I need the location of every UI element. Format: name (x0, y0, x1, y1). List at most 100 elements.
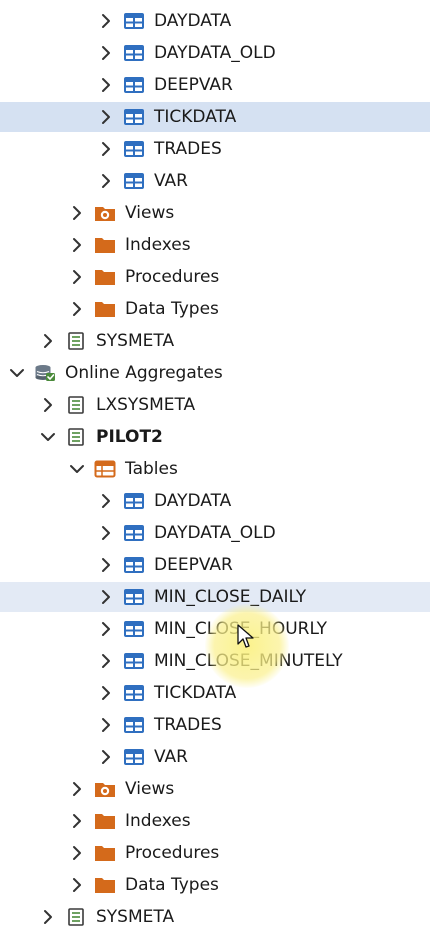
tree-node-trades[interactable]: TRADES (0, 134, 430, 164)
folder-icon (94, 236, 116, 254)
tree-node-daydata-old[interactable]: DAYDATA_OLD (0, 518, 430, 548)
table-icon (123, 108, 145, 126)
tree-node-label: Indexes (125, 811, 191, 831)
chevron-right-icon[interactable] (68, 876, 86, 894)
tree-node-label: Indexes (125, 235, 191, 255)
tree-node-online-aggregates[interactable]: Online Aggregates (0, 358, 430, 388)
table-icon (123, 492, 145, 510)
tree-node-label: TICKDATA (154, 107, 237, 127)
chevron-right-icon[interactable] (97, 76, 115, 94)
chevron-right-icon[interactable] (97, 716, 115, 734)
chevron-right-icon[interactable] (97, 748, 115, 766)
tree-node-var[interactable]: VAR (0, 742, 430, 772)
chevron-right-icon[interactable] (68, 204, 86, 222)
tree-node-label: SYSMETA (96, 331, 175, 351)
tree-node-label: MIN_CLOSE_DAILY (154, 587, 307, 607)
folder-icon (94, 876, 116, 894)
chevron-down-icon[interactable] (39, 428, 57, 446)
tree-node-procedures[interactable]: Procedures (0, 262, 430, 292)
tree-node-label: TICKDATA (154, 683, 237, 703)
chevron-right-icon[interactable] (39, 396, 57, 414)
tree-node-data-types[interactable]: Data Types (0, 294, 430, 324)
chevron-right-icon[interactable] (97, 524, 115, 542)
chevron-right-icon[interactable] (68, 844, 86, 862)
table-icon (123, 12, 145, 30)
tree-node-sysmeta[interactable]: SYSMETA (0, 902, 430, 932)
tree-node-label: DAYDATA (154, 491, 232, 511)
tree-node-views[interactable]: Views (0, 198, 430, 228)
tree-node-label: DAYDATA (154, 11, 232, 31)
tree-node-label: TRADES (154, 139, 222, 159)
table-icon (123, 524, 145, 542)
tree-node-daydata-old[interactable]: DAYDATA_OLD (0, 38, 430, 68)
tree-node-label: TRADES (154, 715, 222, 735)
folder-icon (94, 844, 116, 862)
tree-node-deepvar[interactable]: DEEPVAR (0, 550, 430, 580)
tree-node-deepvar[interactable]: DEEPVAR (0, 70, 430, 100)
tree-node-trades[interactable]: TRADES (0, 710, 430, 740)
chevron-right-icon[interactable] (97, 172, 115, 190)
chevron-right-icon[interactable] (39, 908, 57, 926)
tree-node-label: DAYDATA_OLD (154, 43, 276, 63)
chevron-right-icon[interactable] (68, 780, 86, 798)
tree-node-label: SYSMETA (96, 907, 175, 927)
tree-node-min-close-daily[interactable]: MIN_CLOSE_DAILY (0, 582, 430, 612)
folder-icon (94, 812, 116, 830)
chevron-right-icon[interactable] (97, 12, 115, 30)
tree-node-label: MIN_CLOSE_MINUTELY (154, 651, 343, 671)
chevron-right-icon[interactable] (97, 620, 115, 638)
tree-node-label: DEEPVAR (154, 555, 233, 575)
tree-node-label: VAR (154, 171, 188, 191)
chevron-right-icon[interactable] (97, 588, 115, 606)
tree-node-indexes[interactable]: Indexes (0, 230, 430, 260)
views-icon (94, 780, 116, 798)
chevron-right-icon[interactable] (68, 236, 86, 254)
tree-node-label: Data Types (125, 299, 219, 319)
chevron-right-icon[interactable] (97, 108, 115, 126)
tree-node-sysmeta[interactable]: SYSMETA (0, 326, 430, 356)
tree-node-min-close-hourly[interactable]: MIN_CLOSE_HOURLY (0, 614, 430, 644)
chevron-right-icon[interactable] (68, 300, 86, 318)
tree-node-label: Online Aggregates (65, 363, 223, 383)
table-icon (123, 140, 145, 158)
chevron-right-icon[interactable] (39, 332, 57, 350)
table-icon (123, 556, 145, 574)
tree-node-data-types[interactable]: Data Types (0, 870, 430, 900)
tree-node-label: Data Types (125, 875, 219, 895)
tree-node-min-close-minutely[interactable]: MIN_CLOSE_MINUTELY (0, 646, 430, 676)
chevron-right-icon[interactable] (97, 684, 115, 702)
tree-node-label: Views (125, 779, 175, 799)
table-icon (123, 620, 145, 638)
chevron-down-icon[interactable] (8, 364, 26, 382)
tree-node-label: LXSYSMETA (96, 395, 196, 415)
tree-node-daydata[interactable]: DAYDATA (0, 486, 430, 516)
tree-node-views[interactable]: Views (0, 774, 430, 804)
chevron-right-icon[interactable] (68, 812, 86, 830)
tree-node-label: VAR (154, 747, 188, 767)
tree-node-indexes[interactable]: Indexes (0, 806, 430, 836)
chevron-right-icon[interactable] (97, 492, 115, 510)
tree-node-tickdata[interactable]: TICKDATA (0, 678, 430, 708)
chevron-right-icon[interactable] (97, 44, 115, 62)
chevron-down-icon[interactable] (68, 460, 86, 478)
tree-node-label: Procedures (125, 267, 220, 287)
tree-node-label: PILOT2 (96, 427, 163, 447)
tree-node-procedures[interactable]: Procedures (0, 838, 430, 868)
schema-icon (65, 908, 87, 926)
tree-node-var[interactable]: VAR (0, 166, 430, 196)
chevron-right-icon[interactable] (97, 652, 115, 670)
tree-node-tables[interactable]: Tables (0, 454, 430, 484)
tree-node-tickdata[interactable]: TICKDATA (0, 102, 430, 132)
table-icon (123, 588, 145, 606)
database-icon (34, 364, 56, 382)
table-icon (123, 172, 145, 190)
chevron-right-icon[interactable] (97, 556, 115, 574)
tree-node-daydata[interactable]: DAYDATA (0, 6, 430, 36)
tree-node-label: Views (125, 203, 175, 223)
views-icon (94, 204, 116, 222)
tree-node-pilot2[interactable]: PILOT2 (0, 422, 430, 452)
table-icon (123, 748, 145, 766)
tree-node-lxsysmeta[interactable]: LXSYSMETA (0, 390, 430, 420)
chevron-right-icon[interactable] (97, 140, 115, 158)
chevron-right-icon[interactable] (68, 268, 86, 286)
